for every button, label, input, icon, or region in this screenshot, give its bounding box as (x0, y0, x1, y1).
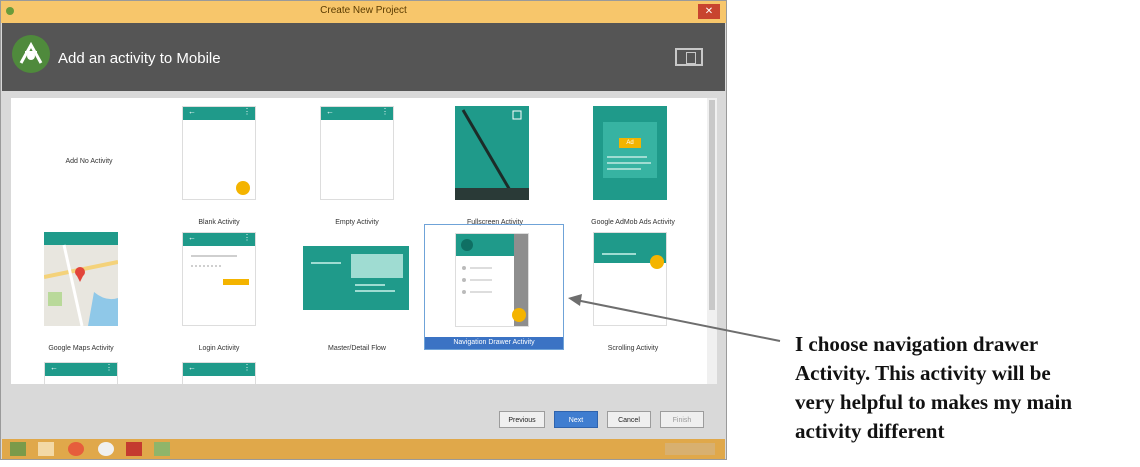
annotation-text: I choose navigation drawer Activity. Thi… (795, 332, 1073, 443)
